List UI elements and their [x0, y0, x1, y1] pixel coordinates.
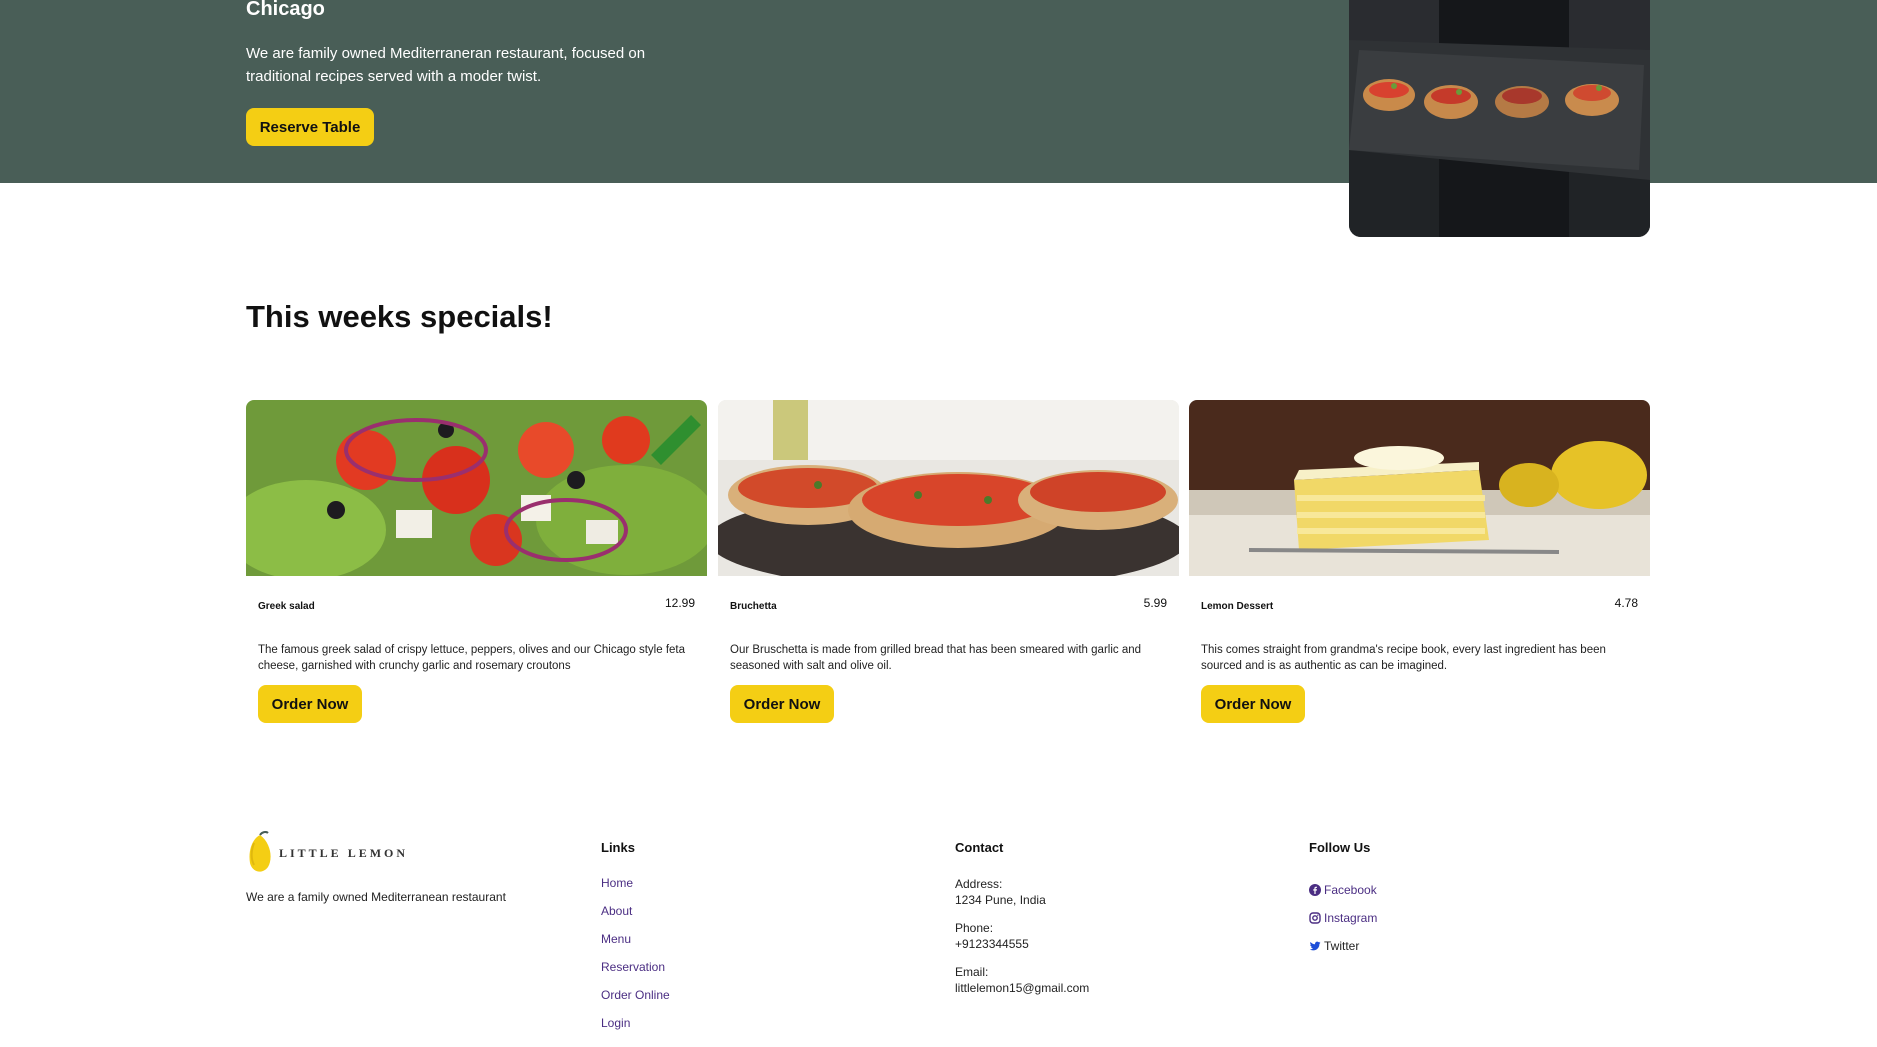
order-now-button[interactable]: Order Now: [730, 685, 834, 723]
footer-link-reservation[interactable]: Reservation: [601, 960, 665, 974]
hero-food-image: [1349, 0, 1650, 237]
phone-label: Phone:: [955, 921, 994, 935]
footer-link-order-online[interactable]: Order Online: [601, 988, 670, 1002]
footer-links: Home About Menu Reservation Order Online…: [601, 876, 670, 1044]
footer-link-menu[interactable]: Menu: [601, 932, 631, 946]
bruschetta-image: [718, 400, 1179, 576]
instagram-icon: [1309, 912, 1321, 924]
special-card: Lemon Dessert 4.78 This comes straight f…: [1189, 400, 1650, 730]
card-title: Bruchetta: [730, 601, 777, 612]
footer-tagline: We are a family owned Mediterranean rest…: [246, 890, 506, 904]
specials-title: This weeks specials!: [246, 299, 553, 334]
card-price: 12.99: [664, 596, 695, 610]
address-value: 1234 Pune, India: [955, 893, 1046, 907]
contact-info: Address: 1234 Pune, India Phone: +912334…: [955, 876, 1089, 1008]
contact-heading: Contact: [955, 840, 1004, 855]
card-title: Greek salad: [258, 601, 315, 612]
lemon-dessert-image: [1189, 400, 1650, 576]
greek-salad-image: [246, 400, 707, 576]
special-card: Bruchetta 5.99 Our Bruschetta is made fr…: [718, 400, 1179, 730]
order-now-button[interactable]: Order Now: [258, 685, 362, 723]
social-link-twitter[interactable]: Twitter: [1324, 939, 1359, 953]
lemon-logo-icon: [249, 830, 271, 872]
reserve-table-button[interactable]: Reserve Table: [246, 108, 374, 146]
card-price: 5.99: [1143, 596, 1167, 610]
order-now-button[interactable]: Order Now: [1201, 685, 1305, 723]
links-heading: Links: [601, 840, 635, 855]
footer-link-home[interactable]: Home: [601, 876, 633, 890]
hero-city: Chicago: [246, 0, 325, 20]
phone-value: +9123344555: [955, 937, 1029, 951]
social-link-facebook[interactable]: Facebook: [1324, 883, 1377, 897]
twitter-icon: [1309, 941, 1321, 951]
follow-heading: Follow Us: [1309, 840, 1371, 855]
card-title: Lemon Dessert: [1201, 601, 1274, 612]
social-link-instagram[interactable]: Instagram: [1324, 911, 1377, 925]
footer-link-login[interactable]: Login: [601, 1016, 630, 1030]
facebook-icon: [1309, 884, 1321, 896]
email-label: Email:: [955, 965, 989, 979]
card-description: The famous greek salad of crispy lettuce…: [258, 644, 686, 672]
footer-link-about[interactable]: About: [601, 904, 632, 918]
card-price: 4.78: [1614, 596, 1638, 610]
address-label: Address:: [955, 877, 1003, 891]
card-description: Our Bruschetta is made from grilled brea…: [730, 644, 1142, 672]
email-value: littlelemon15@gmail.com: [955, 981, 1090, 995]
hero-description: We are family owned Mediterraneran resta…: [246, 45, 646, 85]
social-links: Facebook Instagram Twitter: [1309, 876, 1377, 960]
card-description: This comes straight from grandma's recip…: [1201, 644, 1606, 672]
logo-text: LITTLE LEMON: [279, 846, 409, 860]
special-card: Greek salad 12.99 The famous greek salad…: [246, 400, 707, 730]
footer-logo[interactable]: LITTLE LEMON: [246, 830, 446, 875]
